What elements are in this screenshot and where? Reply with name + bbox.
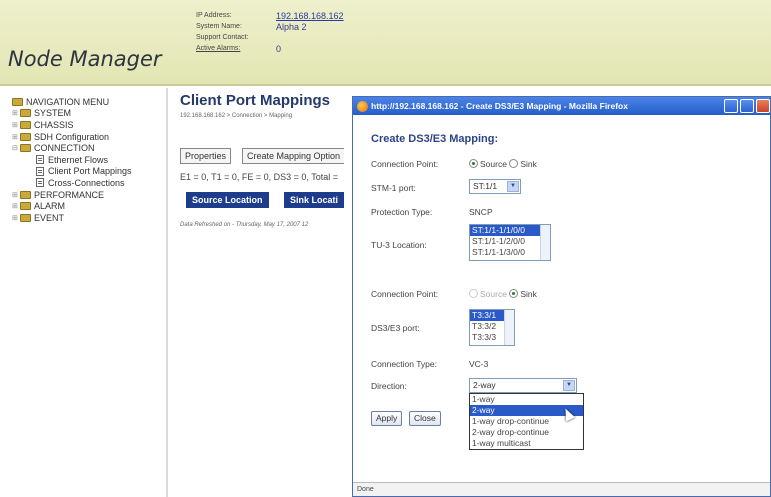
ip-label: IP Address: (196, 12, 232, 19)
column-header-sink-location[interactable]: Sink Locati (284, 192, 345, 208)
support-contact-label: Support Contact: (196, 34, 249, 41)
collapse-icon[interactable]: ⊟ (12, 144, 20, 152)
system-info: IP Address: 192.168.168.162 System Name: A… (196, 10, 344, 54)
page-title: Client Port Mappings (180, 92, 330, 109)
connection-point-2-radio-group: Source Sink (469, 289, 537, 299)
list-item[interactable]: ST:1/1-1/1/0/0 (470, 225, 550, 236)
folder-icon (20, 202, 31, 211)
ds3-e3-port-label: DS3/E3 port: (371, 323, 420, 333)
system-name-label: System Name: (196, 23, 242, 30)
connection-point-radio-group: Source Sink (469, 159, 537, 169)
folder-icon (20, 109, 31, 118)
folder-icon (12, 97, 23, 106)
connection-point-2-label: Connection Point: (371, 289, 439, 299)
close-icon[interactable] (756, 99, 770, 113)
sink-radio[interactable] (509, 289, 519, 298)
dropdown-option[interactable]: 1-way multicast (470, 438, 583, 449)
nav-item-performance[interactable]: ⊞ PERFORMANCE (12, 189, 166, 201)
folder-icon (20, 132, 31, 141)
nav-item-chassis[interactable]: ⊞ CHASSIS (12, 119, 166, 131)
active-alarms-value: 0 (276, 43, 282, 54)
direction-select[interactable]: 2-way ▼ (469, 378, 577, 393)
connection-type-value: VC-3 (469, 359, 489, 369)
popup-titlebar[interactable]: http://192.168.168.162 - Create DS3/E3 M… (353, 97, 770, 115)
expand-icon[interactable]: ⊞ (12, 214, 20, 222)
protection-type-label: Protection Type: (371, 207, 433, 217)
chevron-down-icon[interactable]: ▼ (563, 380, 575, 391)
nav-item-client-port-mappings[interactable]: Client Port Mappings (12, 166, 166, 178)
popup-title: http://192.168.168.162 - Create DS3/E3 M… (371, 101, 628, 111)
nav-item-sdh-configuration[interactable]: ⊞ SDH Configuration (12, 131, 166, 143)
expand-icon[interactable]: ⊞ (12, 133, 20, 141)
status-bar: Done (353, 482, 770, 496)
breadcrumb: 192.168.168.162 > Connection > Mapping (180, 113, 293, 119)
page-icon (36, 178, 44, 188)
expand-icon[interactable]: ⊞ (12, 191, 20, 199)
folder-icon (20, 213, 31, 222)
protection-type-value: SNCP (469, 207, 493, 217)
app-logo: Node Manager (8, 47, 162, 71)
dropdown-option[interactable]: 1-way (470, 394, 583, 405)
expand-icon[interactable]: ⊞ (12, 202, 20, 210)
create-mapping-popup: http://192.168.168.162 - Create DS3/E3 M… (352, 96, 771, 497)
data-refreshed-text: Data Refreshed on - Thursday, May 17, 20… (180, 222, 309, 228)
page-icon (36, 166, 44, 176)
app-header: Node Manager IP Address: 192.168.168.162 … (0, 0, 771, 86)
list-item[interactable]: ST:1/1-1/2/0/0 (470, 236, 550, 247)
system-name-value: Alpha 2 (276, 21, 307, 32)
tu3-location-listbox[interactable]: ST:1/1-1/1/0/0 ST:1/1-1/2/0/0 ST:1/1-1/3… (469, 224, 551, 261)
tu3-location-label: TU-3 Location: (371, 240, 427, 250)
mapping-counts: E1 = 0, T1 = 0, FE = 0, DS3 = 0, Total = (180, 172, 339, 182)
nav-item-cross-connections[interactable]: Cross-Connections (12, 177, 166, 189)
connection-type-label: Connection Type: (371, 359, 437, 369)
connection-point-label: Connection Point: (371, 159, 439, 169)
main-content: Client Port Mappings 192.168.168.162 > C… (180, 92, 345, 228)
column-header-source-location[interactable]: Source Location (186, 192, 269, 208)
apply-button[interactable]: Apply (371, 411, 403, 426)
close-button[interactable]: Close (409, 411, 441, 426)
stm1-port-select[interactable]: ST:1/1 ▼ (469, 179, 521, 194)
sink-radio[interactable] (509, 159, 519, 168)
nav-menu-root[interactable]: NAVIGATION MENU (12, 96, 166, 108)
list-item[interactable]: ST:1/1-1/3/0/0 (470, 247, 550, 258)
listbox-scrollbar[interactable] (504, 310, 514, 345)
nav-item-alarm[interactable]: ⊞ ALARM (12, 200, 166, 212)
chevron-down-icon[interactable]: ▼ (507, 181, 519, 192)
source-radio-disabled (469, 289, 478, 298)
firefox-icon (357, 100, 368, 112)
stm1-port-label: STM-1 port: (371, 183, 416, 193)
direction-label: Direction: (371, 381, 407, 391)
folder-icon (20, 120, 31, 129)
active-alarms-link[interactable]: Active Alarms: (196, 45, 276, 52)
nav-item-connection[interactable]: ⊟ CONNECTION (12, 142, 166, 154)
properties-button[interactable]: Properties (180, 148, 232, 164)
navigation-tree: NAVIGATION MENU ⊞ SYSTEM ⊞ CHASSIS ⊞ SDH Co… (0, 88, 168, 497)
expand-icon[interactable]: ⊞ (12, 121, 20, 129)
dropdown-option[interactable]: 2-way drop-continue (470, 427, 583, 438)
form-heading: Create DS3/E3 Mapping: (371, 133, 499, 145)
source-radio[interactable] (469, 159, 478, 168)
page-icon (36, 155, 44, 165)
ip-address-link[interactable]: 192.168.168.162 (276, 11, 344, 21)
ds3-e3-port-listbox[interactable]: T3:3/1 T3:3/2 T3:3/3 (469, 309, 515, 346)
maximize-icon[interactable] (740, 99, 754, 113)
direction-dropdown-list[interactable]: 1-way 2-way 1-way drop-continue 2-way dr… (469, 393, 584, 450)
nav-item-event[interactable]: ⊞ EVENT (12, 212, 166, 224)
expand-icon[interactable]: ⊞ (12, 109, 20, 117)
folder-icon (20, 190, 31, 199)
minimize-icon[interactable] (724, 99, 738, 113)
folder-icon (20, 144, 31, 153)
nav-item-system[interactable]: ⊞ SYSTEM (12, 108, 166, 120)
nav-item-ethernet-flows[interactable]: Ethernet Flows (12, 154, 166, 166)
listbox-scrollbar[interactable] (540, 225, 550, 260)
create-mapping-option-button[interactable]: Create Mapping Option (242, 148, 345, 164)
